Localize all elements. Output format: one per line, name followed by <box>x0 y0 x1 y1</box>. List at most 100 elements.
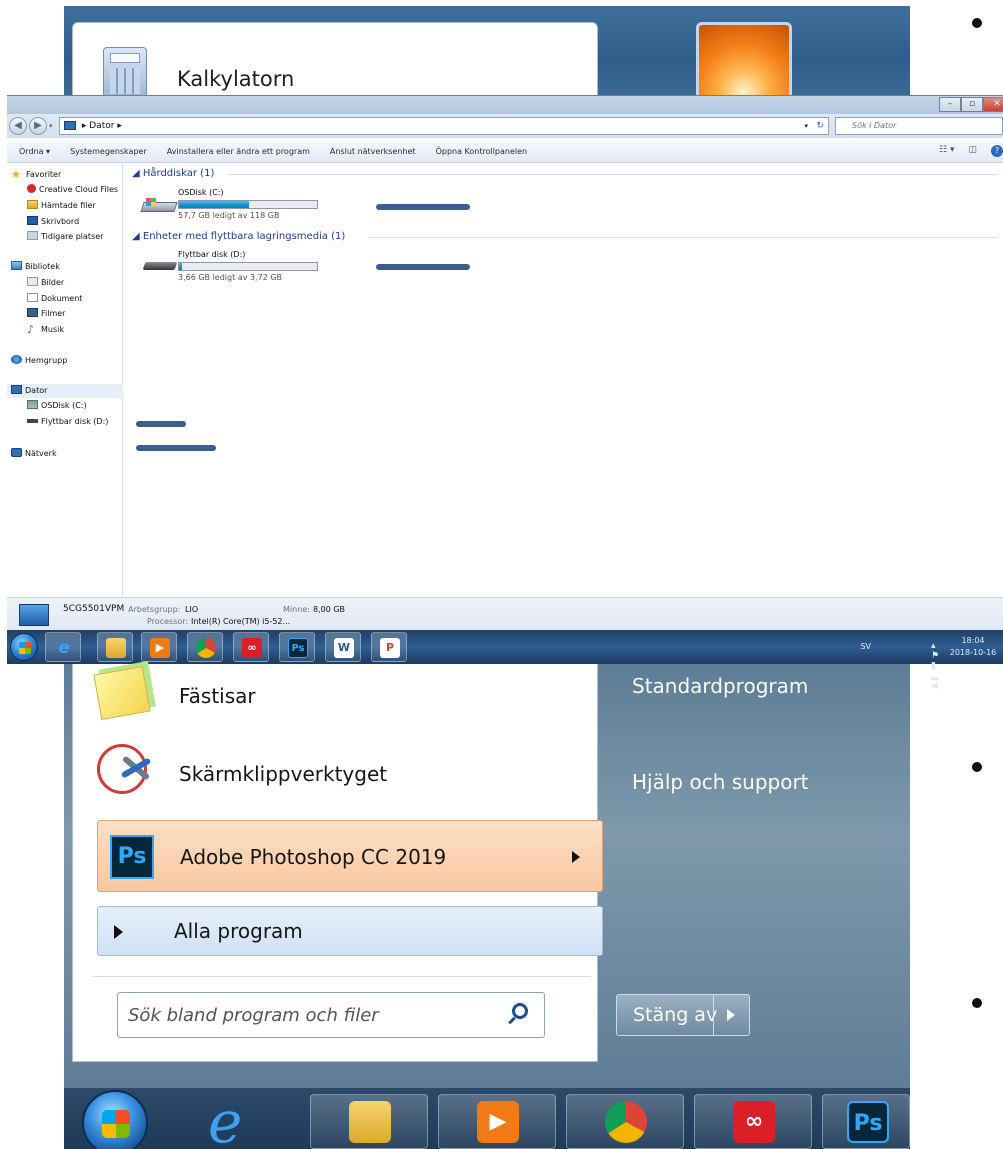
start-item-sticky-notes[interactable]: Fästisar <box>91 664 597 738</box>
network-icon <box>11 448 22 457</box>
address-bar[interactable]: ▸ Dator ▸ ▾ ↻ <box>59 117 829 135</box>
taskbar-internet-explorer[interactable]: e <box>200 1088 270 1149</box>
star-icon: ★ <box>11 168 21 181</box>
taskbar-media-player[interactable]: ▶ <box>141 632 177 662</box>
uninstall-program-button[interactable]: Avinstallera eller ändra ett program <box>167 147 310 156</box>
taskbar-word[interactable]: W <box>325 632 361 662</box>
nav-favorites[interactable]: ★ Favoriter <box>11 168 61 182</box>
open-control-panel-button[interactable]: Öppna Kontrollpanelen <box>436 147 528 156</box>
videos-icon <box>27 308 38 317</box>
pictures-icon <box>27 277 38 286</box>
calculator-item-label[interactable]: Kalkylatorn <box>177 67 294 91</box>
clock[interactable]: 18:04 2018-10-16 <box>945 635 1001 659</box>
title-bar[interactable]: – ▫ ✕ <box>7 96 1003 114</box>
nav-music[interactable]: ♪ Musik <box>27 323 64 337</box>
start-item-photoshop[interactable]: Ps Adobe Photoshop CC 2019 <box>97 820 603 892</box>
taskbar-file-explorer[interactable] <box>97 632 133 662</box>
forward-button[interactable]: ▶ <box>29 117 47 135</box>
nav-label: Flyttbar disk (D:) <box>41 417 109 426</box>
command-bar: Ordna ▾ Systemegenskaper Avinstallera el… <box>7 141 1003 163</box>
address-row: ◀ ▶ ▾ ▸ Dator ▸ ▾ ↻ Sök i Dator <box>7 114 1003 138</box>
nav-network[interactable]: Nätverk <box>11 447 57 461</box>
help-support-link[interactable]: Hjälp och support <box>632 770 809 794</box>
nav-pictures[interactable]: Bilder <box>27 276 64 290</box>
taskbar-powerpoint[interactable]: P <box>371 632 407 662</box>
breadcrumb-dator[interactable]: Dator <box>89 121 114 131</box>
group-header-label: Enheter med flyttbara lagringsmedia (1) <box>142 231 346 242</box>
creative-cloud-icon <box>27 184 36 193</box>
photoshop-icon: Ps <box>288 638 308 658</box>
back-button[interactable]: ◀ <box>9 117 27 135</box>
start-search-box[interactable] <box>117 992 545 1038</box>
close-button[interactable]: ✕ <box>983 97 1003 112</box>
nav-videos[interactable]: Filmer <box>27 307 65 321</box>
search-placeholder: Sök i Dator <box>852 121 897 130</box>
triangle-right-icon <box>114 925 123 939</box>
nav-label: Hämtade filer <box>41 201 96 210</box>
removable-group-header[interactable]: ◢ Enheter med flyttbara lagringsmedia (1… <box>132 231 345 243</box>
taskbar-photoshop[interactable]: Ps <box>822 1094 910 1149</box>
all-programs-button[interactable]: Alla program <box>97 906 603 956</box>
usb-drive-icon <box>27 419 38 423</box>
taskbar-file-explorer[interactable] <box>310 1094 428 1149</box>
help-icon[interactable]: ? <box>991 145 1003 157</box>
search-input[interactable]: Sök i Dator <box>835 117 1003 135</box>
start-menu-top-crop: Kalkylatorn <box>64 6 910 112</box>
taskbar-photoshop[interactable]: Ps <box>279 632 315 662</box>
nav-recent-places[interactable]: Tidigare platser <box>27 230 103 244</box>
address-dropdown-icon[interactable]: ▾ <box>804 118 808 134</box>
start-item-snipping-tool[interactable]: Skärmklippverktyget <box>91 740 597 814</box>
media-player-icon: ▶ <box>477 1101 519 1143</box>
windows-logo-icon <box>19 642 31 654</box>
nav-computer[interactable]: Dator <box>11 384 47 398</box>
start-menu: Fästisar Skärmklippverktyget Ps Adobe Ph… <box>64 664 910 1088</box>
recent-pages-dropdown[interactable]: ▾ <box>49 122 53 130</box>
computer-icon <box>64 121 76 130</box>
drive-d-free-space: 3,66 GB ledigt av 3,72 GB <box>178 273 283 282</box>
language-indicator[interactable]: SV <box>860 642 871 651</box>
start-button[interactable] <box>82 1090 148 1149</box>
user-picture[interactable] <box>696 22 792 102</box>
photoshop-icon: Ps <box>110 835 154 879</box>
start-button[interactable] <box>10 633 38 661</box>
change-view-icon[interactable]: ☷ ▾ <box>939 145 954 157</box>
system-properties-button[interactable]: Systemegenskaper <box>70 147 147 156</box>
photoshop-label: Adobe Photoshop CC 2019 <box>180 845 447 869</box>
shutdown-label: Stäng av <box>633 1004 718 1026</box>
preview-pane-icon[interactable]: ◫ <box>968 145 977 157</box>
taskbar-chrome[interactable] <box>187 632 223 662</box>
nav-documents[interactable]: Dokument <box>27 292 82 306</box>
nav-label: Tidigare platser <box>41 232 104 241</box>
chrome-icon <box>196 638 216 658</box>
chrome-icon <box>605 1101 647 1143</box>
bullet-3 <box>972 998 982 1008</box>
default-programs-link[interactable]: Standardprogram <box>632 674 808 698</box>
taskbar-creative-cloud[interactable]: ∞ <box>694 1094 812 1149</box>
submenu-arrow-icon[interactable] <box>572 851 580 863</box>
maximize-button[interactable]: ▫ <box>961 97 983 112</box>
word-icon: W <box>334 638 354 658</box>
taskbar-media-player[interactable]: ▶ <box>438 1094 556 1149</box>
organize-button[interactable]: Ordna ▾ <box>19 147 50 156</box>
start-search-input[interactable] <box>128 1001 488 1029</box>
shutdown-button[interactable]: Stäng av <box>616 994 750 1036</box>
nav-downloads[interactable]: Hämtade filer <box>27 199 96 213</box>
usb-drive-icon <box>142 262 178 270</box>
taskbar-chrome[interactable] <box>566 1094 684 1149</box>
taskbar-internet-explorer[interactable]: e <box>45 632 81 662</box>
hard-drives-group-header[interactable]: ◢ Hårddiskar (1) <box>132 168 214 180</box>
nav-homegroup[interactable]: Hemgrupp <box>11 354 67 368</box>
shutdown-options-arrow-icon[interactable] <box>727 1009 735 1021</box>
nav-creative-cloud[interactable]: Creative Cloud Files <box>27 183 118 197</box>
nav-drive-c[interactable]: OSDisk (C:) <box>27 399 87 413</box>
nav-desktop[interactable]: Skrivbord <box>27 215 79 229</box>
tray-icons[interactable]: ▴ ⚑ ▮ ▂ ◀ <box>931 641 943 691</box>
taskbar-creative-cloud[interactable]: ∞ <box>233 632 269 662</box>
minimize-button[interactable]: – <box>939 97 961 112</box>
nav-drive-d[interactable]: Flyttbar disk (D:) <box>27 415 108 429</box>
refresh-icon[interactable]: ↻ <box>816 118 824 134</box>
workgroup-value: LIO <box>185 605 199 614</box>
map-network-drive-button[interactable]: Anslut nätverksenhet <box>330 147 416 156</box>
nav-libraries[interactable]: Bibliotek <box>11 260 60 274</box>
drive-c-usage-bar <box>178 200 318 209</box>
